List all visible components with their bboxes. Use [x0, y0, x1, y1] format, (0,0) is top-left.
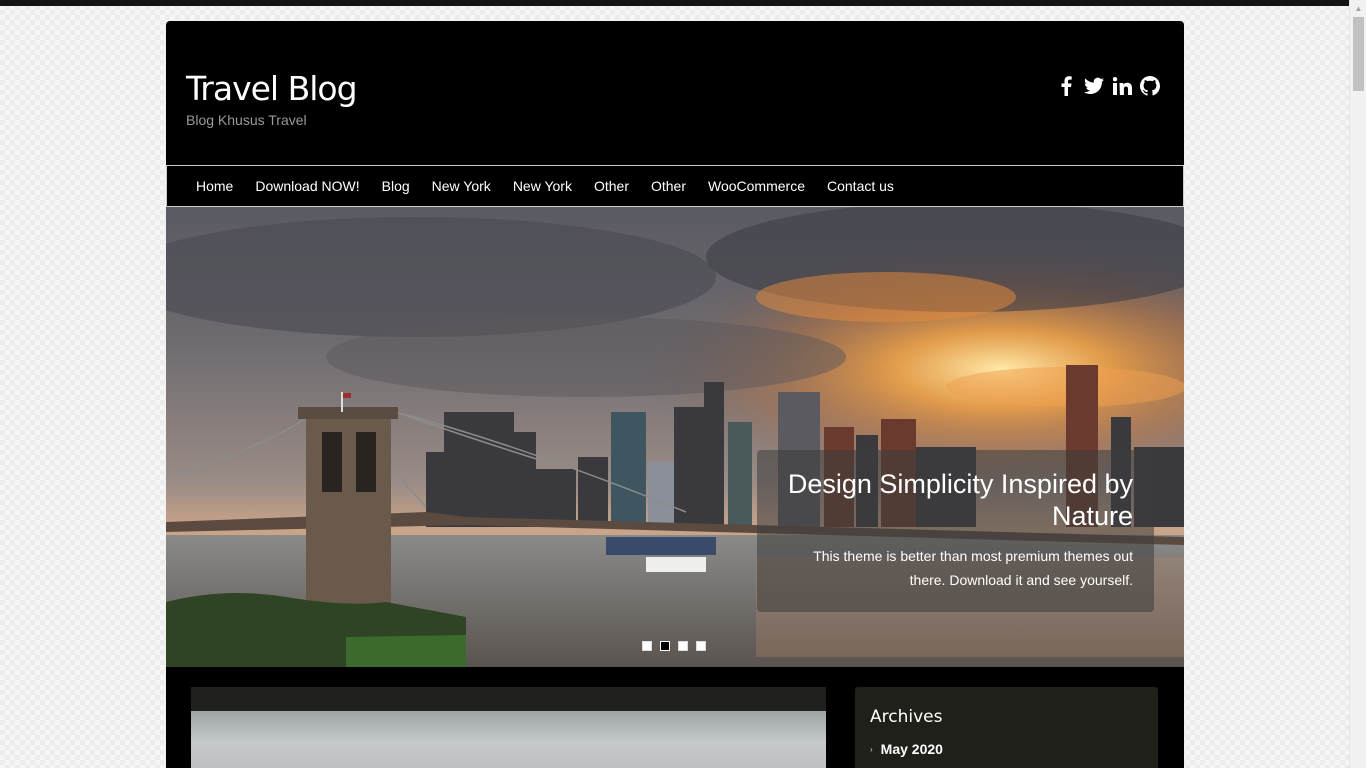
browser-top-bar — [0, 0, 1349, 6]
post-featured-image[interactable] — [191, 711, 826, 768]
vertical-scrollbar[interactable]: ▲ — [1349, 0, 1366, 768]
nav-item-new-york[interactable]: New York — [421, 166, 502, 206]
nav-item-other[interactable]: Other — [583, 166, 640, 206]
nav-item-woocommerce[interactable]: WooCommerce — [697, 166, 816, 206]
archives-widget: Archives › May 2020 — [855, 687, 1158, 768]
archive-item-label[interactable]: May 2020 — [881, 741, 943, 757]
nav-item-home[interactable]: Home — [185, 166, 244, 206]
post-card — [191, 687, 826, 768]
page-container: Travel Blog Blog Khusus Travel Home Down… — [166, 21, 1184, 768]
widget-title: Archives — [870, 707, 943, 727]
nav-item-contact[interactable]: Contact us — [816, 166, 905, 206]
slide-caption: Design Simplicity Inspired by Nature Thi… — [757, 450, 1154, 612]
nav-item-new-york-2[interactable]: New York — [502, 166, 583, 206]
github-icon[interactable] — [1140, 75, 1160, 97]
linkedin-icon[interactable] — [1112, 75, 1132, 97]
twitter-icon[interactable] — [1084, 75, 1104, 97]
nav-item-other-2[interactable]: Other — [640, 166, 697, 206]
slide-text: This theme is better than most premium t… — [813, 548, 1133, 588]
slider-dot-2[interactable] — [660, 641, 670, 651]
main-navigation: Home Download NOW! Blog New York New Yor… — [166, 165, 1184, 207]
slider-dot-3[interactable] — [678, 641, 688, 651]
slide-heading[interactable]: Design Simplicity Inspired by Nature — [777, 468, 1133, 532]
archive-item[interactable]: › May 2020 — [870, 741, 1143, 757]
facebook-icon[interactable] — [1056, 75, 1076, 97]
slider-dot-1[interactable] — [642, 641, 652, 651]
nav-item-blog[interactable]: Blog — [371, 166, 421, 206]
site-tagline: Blog Khusus Travel — [186, 112, 307, 128]
site-header: Travel Blog Blog Khusus Travel — [166, 21, 1184, 165]
social-links — [1056, 75, 1160, 97]
nav-item-download[interactable]: Download NOW! — [244, 166, 370, 206]
scroll-thumb[interactable] — [1353, 17, 1364, 91]
slider-pagination — [642, 641, 706, 651]
slider-dot-4[interactable] — [696, 641, 706, 651]
site-title[interactable]: Travel Blog — [186, 69, 358, 108]
hero-slider[interactable]: Design Simplicity Inspired by Nature Thi… — [166, 207, 1184, 667]
chevron-right-icon: › — [870, 744, 873, 754]
scroll-up-arrow-icon[interactable]: ▲ — [1350, 0, 1366, 17]
